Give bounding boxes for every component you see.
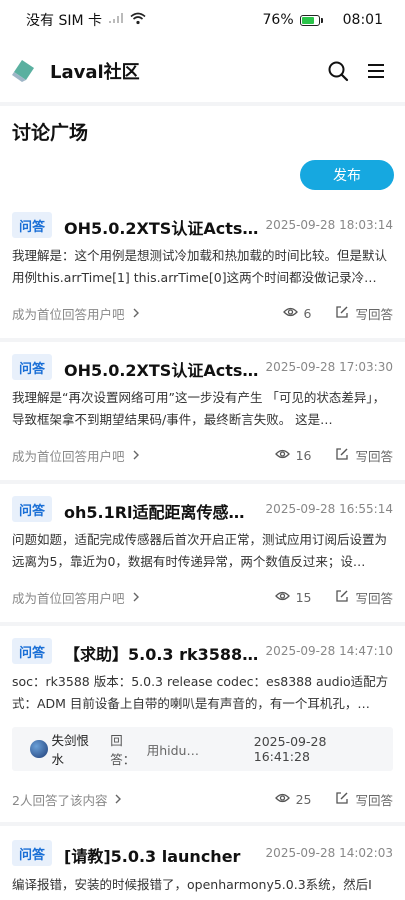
view-count: 15 <box>295 590 312 605</box>
edit-icon[interactable] <box>335 791 349 808</box>
post-excerpt: soc：rk3588 版本：5.0.3 release codec：es8388… <box>12 674 389 711</box>
post-card[interactable]: 问答 oh5.1Rl适配距离传感… 2025-09-28 16:55:14 问题… <box>0 484 405 622</box>
post-title[interactable]: OH5.0.2XTS认证ActsA… <box>64 215 259 239</box>
post-card[interactable]: 问答 [请教]5.0.3 launcher 2025-09-28 14:02:0… <box>0 826 405 900</box>
post-card[interactable]: 问答 【求助】5.0.3 rk3588 … 2025-09-28 14:47:1… <box>0 626 405 822</box>
reply-prefix: 回答： <box>110 733 136 767</box>
post-card[interactable]: 问答 OH5.0.2XTS认证ActsA… 2025-09-28 17:03:3… <box>0 342 405 480</box>
page-title: 讨论广场 <box>12 122 89 144</box>
view-count: 16 <box>295 448 312 463</box>
publish-button[interactable]: 发布 <box>300 160 394 190</box>
clock: 08:01 <box>342 12 383 28</box>
footer-text: 成为首位回答用户吧 <box>12 449 125 464</box>
reply-user[interactable]: 失剑恨水 <box>52 730 101 768</box>
menu-icon[interactable] <box>359 54 393 88</box>
be-first-link[interactable]: 成为首位回答用户吧 <box>12 588 141 607</box>
eye-icon <box>274 792 290 807</box>
write-answer-button[interactable]: 写回答 <box>355 790 393 809</box>
edit-icon[interactable] <box>335 305 349 322</box>
post-title[interactable]: [请教]5.0.3 launcher <box>64 843 259 867</box>
status-bar: 没有 SIM 卡 76% 08:01 <box>0 0 405 40</box>
post-stats: 15 写回答 <box>274 588 393 607</box>
search-icon[interactable] <box>321 54 355 88</box>
edit-icon[interactable] <box>335 447 349 464</box>
edit-icon[interactable] <box>335 589 349 606</box>
post-title[interactable]: OH5.0.2XTS认证ActsA… <box>64 357 259 381</box>
reply-time: 2025-09-28 16:41:28 <box>253 734 327 764</box>
post-card[interactable]: 问答 OH5.0.2XTS认证ActsA… 2025-09-28 18:03:1… <box>0 200 405 338</box>
logo-icon <box>12 58 38 84</box>
eye-icon <box>274 590 290 605</box>
app-title: Laval社区 <box>50 62 140 83</box>
chevron-right-icon <box>131 448 141 463</box>
post-tag: 问答 <box>12 496 52 522</box>
post-excerpt: 问题如题，适配完成传感器后首次开启正常，测试应用订阅后设置为远离为5，靠近为0，… <box>12 532 388 569</box>
post-stats: 6 写回答 <box>282 304 393 323</box>
carrier-text: 没有 SIM 卡 <box>26 13 102 29</box>
post-time: 2025-09-28 17:03:30 <box>265 360 393 374</box>
be-first-link[interactable]: 成为首位回答用户吧 <box>12 304 141 323</box>
view-count: 25 <box>295 792 312 807</box>
avatar[interactable] <box>30 740 48 758</box>
eye-icon <box>274 448 290 463</box>
chevron-right-icon <box>131 590 141 605</box>
chevron-right-icon <box>131 306 141 321</box>
latest-reply[interactable]: 失剑恨水 回答： 用hidu… 2025-09-28 16:41:28 <box>12 727 393 771</box>
status-right: 76% 08:01 <box>263 12 383 28</box>
view-count: 6 <box>303 306 312 321</box>
post-tag: 问答 <box>12 840 52 866</box>
post-tag: 问答 <box>12 212 52 238</box>
post-excerpt: 我理解是“再次设置网络可用”这一步没有产生 「可见的状态差异」，导致框架拿不到期… <box>12 390 386 427</box>
wifi-icon <box>130 12 146 29</box>
post-time: 2025-09-28 14:47:10 <box>265 644 393 658</box>
post-tag: 问答 <box>12 354 52 380</box>
eye-icon <box>282 306 298 321</box>
be-first-link[interactable]: 成为首位回答用户吧 <box>12 446 141 465</box>
post-stats: 25 写回答 <box>274 790 393 809</box>
post-time: 2025-09-28 16:55:14 <box>265 502 393 516</box>
write-answer-button[interactable]: 写回答 <box>355 446 393 465</box>
chevron-right-icon <box>113 792 123 807</box>
signal-icon <box>108 12 124 28</box>
app-header: Laval社区 <box>0 40 405 102</box>
footer-text: 2人回答了该内容 <box>12 793 108 808</box>
reply-text: 用hidu… <box>146 742 199 758</box>
post-time: 2025-09-28 14:02:03 <box>265 846 393 860</box>
post-title[interactable]: oh5.1Rl适配距离传感… <box>64 499 259 523</box>
write-answer-button[interactable]: 写回答 <box>355 304 393 323</box>
post-excerpt: 编译报错，安装的时候报错了，openharmony5.0.3系统，然后I <box>12 877 372 892</box>
post-excerpt: 我理解是：这个用例是想测试冷加载和热加载的时间比较。但是默认用例this.arr… <box>12 248 388 285</box>
post-stats: 16 写回答 <box>274 446 393 465</box>
write-answer-button[interactable]: 写回答 <box>355 588 393 607</box>
post-tag: 问答 <box>12 638 52 664</box>
footer-text: 成为首位回答用户吧 <box>12 591 125 606</box>
footer-text: 成为首位回答用户吧 <box>12 307 125 322</box>
answers-link[interactable]: 2人回答了该内容 <box>12 790 123 809</box>
battery-icon <box>299 14 323 26</box>
post-title[interactable]: 【求助】5.0.3 rk3588 … <box>64 641 259 665</box>
post-time: 2025-09-28 18:03:14 <box>265 218 393 232</box>
battery-percent: 76% <box>262 12 294 28</box>
status-left: 没有 SIM 卡 <box>26 10 146 30</box>
